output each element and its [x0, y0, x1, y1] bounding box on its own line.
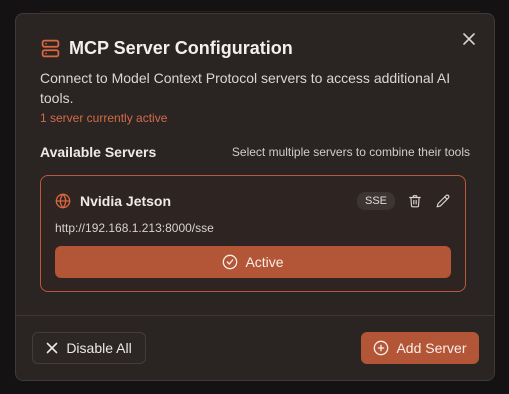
servers-section-hint: Select multiple servers to combine their…	[231, 145, 470, 159]
disable-all-button[interactable]: Disable All	[32, 332, 146, 364]
dialog-title: MCP Server Configuration	[69, 38, 293, 58]
server-card-actions: SSE	[356, 192, 451, 210]
add-server-label: Add Server	[396, 340, 467, 356]
active-toggle-label: Active	[245, 254, 284, 270]
mcp-config-dialog: MCP Server Configuration Connect to Mode…	[15, 13, 495, 381]
servers-section-header: Available Servers Select multiple server…	[40, 144, 470, 160]
delete-server-button[interactable]	[407, 193, 423, 209]
server-name: Nvidia Jetson	[80, 193, 172, 209]
active-status-text: 1 server currently active	[40, 111, 168, 125]
globe-icon	[55, 193, 71, 209]
close-button[interactable]	[460, 30, 478, 48]
edit-server-button[interactable]	[435, 193, 451, 209]
x-icon	[47, 342, 58, 354]
server-url: http://192.168.1.213:8000/sse	[55, 221, 214, 235]
trash-icon	[409, 195, 421, 208]
server-icon	[41, 39, 60, 58]
footer-divider	[16, 315, 494, 316]
server-card-header: Nvidia Jetson SSE	[55, 190, 451, 212]
servers-section-title: Available Servers	[40, 144, 157, 160]
server-card[interactable]: Nvidia Jetson SSE http://192.168.1.213:8…	[40, 175, 466, 292]
close-icon	[463, 33, 475, 45]
plus-circle-icon	[374, 340, 389, 356]
pencil-icon	[436, 194, 450, 208]
check-circle-icon	[223, 254, 238, 270]
disable-all-label: Disable All	[66, 340, 132, 356]
dialog-description: Connect to Model Context Protocol server…	[40, 70, 451, 106]
backdrop-page	[40, 0, 480, 12]
active-toggle-button[interactable]: Active	[55, 246, 451, 278]
transport-badge: SSE	[356, 192, 395, 210]
add-server-button[interactable]: Add Server	[361, 332, 479, 364]
dialog-header: MCP Server Configuration	[40, 38, 293, 59]
